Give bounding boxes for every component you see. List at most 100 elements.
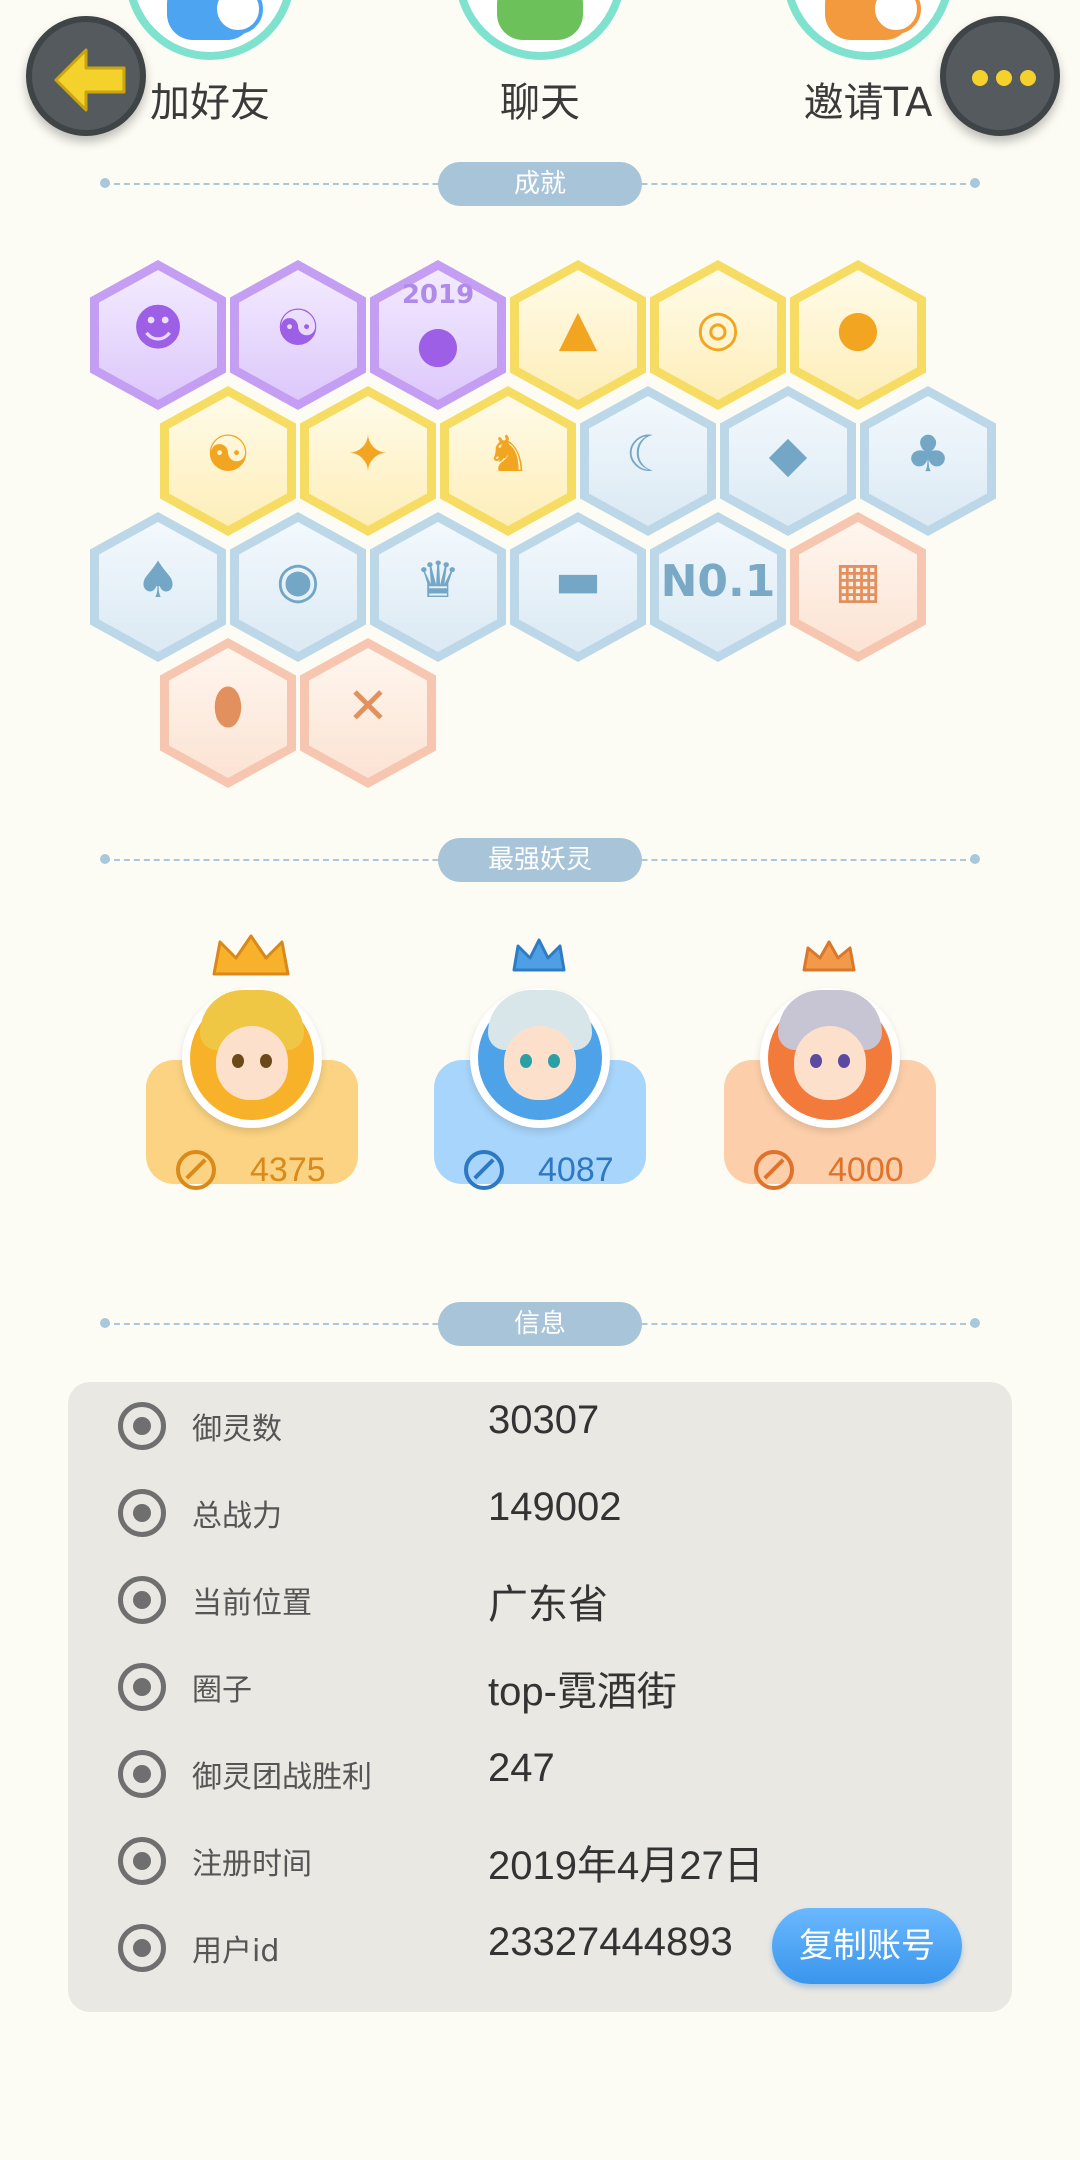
achievement-badge-stroller[interactable]: ▦ [790,512,926,662]
spirit-power: 4087 [464,1150,624,1190]
info-key: 御灵团战胜利 [192,1760,372,1795]
info-key: 用户id [192,1934,280,1969]
spirit-avatar [470,988,610,1128]
badge-no1-text: N0.1 [660,556,776,607]
strongest-spirits-title: 最强妖灵 [438,838,642,882]
badge-year-text: 2019 [401,280,475,310]
strongest-spirits-header: 最强妖灵 [100,838,980,882]
id-card-icon [118,1924,166,1972]
top-action-bar: 加好友 聊天 邀请TA [0,0,1080,140]
combat-power-icon [176,1150,216,1190]
info-key: 当前位置 [192,1586,312,1621]
achievement-badge-sneaker[interactable]: ▲ [510,260,646,410]
fish-icon: ✦ [347,425,389,483]
combat-power-icon [464,1150,504,1190]
gold-crown-icon [212,934,290,976]
achievement-grid: ☻ ☯ 2019 ● ▲ ◎ ● ☯ ✦ ♞ ☾ ◆ ♣ ♠ ◉ ♛ ▬ N0.1… [0,250,1080,810]
achievement-badge-crystal[interactable]: ◆ [720,386,856,536]
info-value: 30307 [488,1398,600,1442]
spirit-icon [118,1402,166,1450]
blue-crown-icon [512,938,566,972]
achievement-badge-devil[interactable]: ☻ [90,260,226,410]
trophy-icon [118,1750,166,1798]
moon-icon: ☾ [625,425,671,483]
achievement-badge-yinyang-wave[interactable]: ☯ [230,260,366,410]
info-row-team-wins: 御灵团战胜利 247 [68,1730,1012,1816]
chat-bubble-icon [455,0,625,60]
crossed-swords-icon: ✕ [347,677,389,735]
shield-icon: ◉ [276,551,320,609]
spirit-power-value: 4375 [250,1150,326,1189]
egg-icon: ⬮ [212,677,244,735]
info-row-user-id: 用户id 23327444893 复制账号 [68,1904,1012,1990]
spirit-card-first[interactable]: 4375 [146,930,358,1230]
spirit-avatar [760,988,900,1128]
achievement-badge-moon[interactable]: ☾ [580,386,716,536]
info-value: 247 [488,1746,555,1790]
ghost-cat-icon: ♠ [135,551,181,609]
achievement-badge-swords[interactable]: ✕ [300,638,436,788]
copy-account-button[interactable]: 复制账号 [772,1908,962,1984]
more-dots-icon [972,70,1036,86]
info-value: 23327444893 [488,1920,733,1964]
achievement-badge-demon[interactable]: ♛ [370,512,506,662]
moon-creature-icon: ● [416,315,460,373]
info-key: 圈子 [192,1673,252,1708]
spirit-power: 4000 [754,1150,914,1190]
yinyang-card-icon: ☯ [205,425,251,483]
creature-icon: ♣ [905,425,951,483]
achievement-badge-egg[interactable]: ⬮ [160,638,296,788]
back-button[interactable] [26,16,146,136]
info-header: 信息 [100,1302,980,1346]
achievement-badge-target[interactable]: ◎ [650,260,786,410]
info-key: 御灵数 [192,1412,282,1447]
achievement-badge-cat[interactable]: ♞ [440,386,576,536]
info-key: 注册时间 [192,1847,312,1882]
achievement-badge-fish[interactable]: ✦ [300,386,436,536]
clock-icon [118,1837,166,1885]
target-icon: ◎ [696,299,740,357]
achievement-badge-orb[interactable]: ● [790,260,926,410]
achievement-badge-no1[interactable]: N0.1 [650,512,786,662]
achievements-header: 成就 [100,162,980,206]
info-row-circle: 圈子 top-霓酒街 [68,1643,1012,1729]
achievement-badge-2019[interactable]: 2019 ● [370,260,506,410]
achievements-title: 成就 [438,162,642,206]
sneaker-icon: ▲ [558,299,598,357]
crystal-icon: ◆ [768,425,808,483]
chat-button[interactable]: 聊天 [430,0,650,130]
strongest-spirits-list: 4375 4087 4000 [0,900,1080,1230]
info-title: 信息 [438,1302,642,1346]
demon-icon: ♛ [415,551,461,609]
info-row-location: 当前位置 广东省 [68,1556,1012,1642]
spirit-card-third[interactable]: 4000 [724,930,936,1230]
achievement-badge-book[interactable]: ▬ [510,512,646,662]
info-value: top-霓酒街 [488,1670,677,1714]
location-icon [118,1576,166,1624]
spirit-power-value: 4087 [538,1150,614,1189]
orb-icon: ● [836,299,880,357]
achievement-badge-shield[interactable]: ◉ [230,512,366,662]
info-value: 2019年4月27日 [488,1844,764,1888]
info-key: 总战力 [192,1499,282,1534]
spirit-power: 4375 [176,1150,336,1190]
info-value: 广东省 [488,1583,608,1627]
bronze-crown-icon [802,940,856,972]
info-row-register-date: 注册时间 2019年4月27日 [68,1817,1012,1903]
more-options-button[interactable] [940,16,1060,136]
circle-icon [118,1663,166,1711]
add-friend-icon [125,0,295,60]
sword-icon [118,1489,166,1537]
cat-icon: ♞ [485,425,531,483]
devil-face-icon: ☻ [131,299,185,357]
spirit-card-second[interactable]: 4087 [434,930,646,1230]
info-value: 149002 [488,1485,622,1529]
achievement-badge-yinyang-card[interactable]: ☯ [160,386,296,536]
info-row-total-power: 总战力 149002 [68,1469,1012,1555]
achievement-badge-creature[interactable]: ♣ [860,386,996,536]
book-icon: ▬ [554,551,602,609]
info-panel: 御灵数 30307 总战力 149002 当前位置 广东省 圈子 top-霓酒街… [68,1382,1012,2012]
achievement-badge-ghost-cat[interactable]: ♠ [90,512,226,662]
spirit-avatar [182,988,322,1128]
stroller-icon: ▦ [834,551,882,609]
